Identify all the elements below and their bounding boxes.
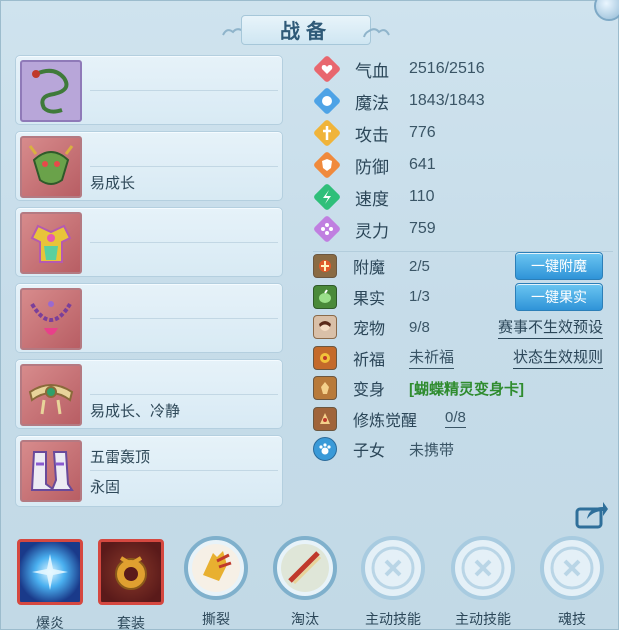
speed-icon bbox=[313, 183, 341, 211]
equipment-slot-5[interactable]: 易成长、冷静 bbox=[15, 359, 283, 429]
fruit-row: 果实 1/3 一键果实 bbox=[313, 282, 613, 313]
attack-icon bbox=[313, 119, 341, 147]
boots-icon[interactable] bbox=[20, 440, 82, 502]
page-title: 战备 bbox=[280, 18, 332, 43]
blessing-value-link[interactable]: 未祈福 bbox=[409, 346, 455, 370]
skill-slot-5[interactable]: 主动技能 bbox=[353, 535, 433, 629]
heart-icon bbox=[313, 55, 341, 83]
equipment-slot-6[interactable]: 五雷轰顶 永固 bbox=[15, 435, 283, 507]
equipment-slot-4[interactable] bbox=[15, 283, 283, 353]
stat-spirit: 灵力 759 bbox=[313, 213, 613, 245]
extra-info: 附魔 2/5 一键附魔 果实 1/3 一键果实 宠物 9/8 赛事不生效预设 祈… bbox=[313, 251, 613, 465]
child-value: 未携带 bbox=[409, 441, 455, 459]
soul-skill-icon[interactable] bbox=[539, 535, 605, 601]
equipment-trait: 易成长 bbox=[90, 175, 136, 192]
title-bar: 战备 bbox=[221, 11, 391, 47]
cultivation-row: 修炼觉醒 0/8 bbox=[313, 404, 613, 435]
cultivation-icon bbox=[313, 406, 337, 431]
one-click-enchant-button[interactable]: 一键附魔 bbox=[515, 252, 603, 281]
belt-icon[interactable] bbox=[20, 364, 82, 426]
equipment-trait: 易成长、冷静 bbox=[90, 403, 181, 420]
tear-icon[interactable] bbox=[183, 535, 249, 601]
transform-icon bbox=[313, 376, 337, 401]
skill-slot-4[interactable]: 淘汰 bbox=[265, 535, 345, 629]
skill-slot-1[interactable]: 爆炎 bbox=[10, 535, 90, 630]
cultivation-value-link[interactable]: 0/8 bbox=[445, 409, 466, 429]
child-row: 子女 未携带 bbox=[313, 434, 613, 465]
skill-slot-3[interactable]: 撕裂 bbox=[176, 535, 256, 629]
blessing-icon bbox=[313, 345, 337, 370]
status-rules-link[interactable]: 状态生效规则 bbox=[512, 346, 603, 370]
fruit-value: 1/3 bbox=[409, 288, 430, 306]
event-preset-link[interactable]: 赛事不生效预设 bbox=[497, 316, 603, 339]
stat-value: 2516/2516 bbox=[409, 60, 485, 77]
skill-bar: 爆炎 套装 撕裂 淘汰 主动技能 主动技能 魂技 bbox=[1, 535, 619, 630]
pet-row: 宠物 9/8 赛事不生效预设 bbox=[313, 312, 613, 343]
stat-defense: 防御 641 bbox=[313, 149, 613, 181]
stat-mp: 魔法 1843/1843 bbox=[313, 85, 613, 117]
skill-slot-6[interactable]: 主动技能 bbox=[443, 535, 523, 629]
necklace-icon[interactable] bbox=[20, 288, 82, 350]
stat-hp: 气血 2516/2516 bbox=[313, 53, 613, 85]
equipment-trait: 永固 bbox=[90, 479, 121, 496]
equipment-slot-1[interactable] bbox=[15, 55, 283, 125]
cloud-ornament-icon bbox=[363, 28, 390, 38]
armor-icon[interactable] bbox=[20, 212, 82, 274]
stat-attack: 攻击 776 bbox=[313, 117, 613, 149]
skill-slot-7[interactable]: 魂技 bbox=[532, 535, 612, 629]
blast-fire-icon[interactable] bbox=[17, 539, 83, 605]
close-button[interactable] bbox=[594, 0, 619, 21]
equipment-slot-3[interactable] bbox=[15, 207, 283, 277]
battle-prep-panel: 战备 易成长 易成长、冷静 五雷轰顶 永固 气血 2516/2516 魔法 18… bbox=[0, 0, 619, 630]
share-icon[interactable] bbox=[575, 499, 609, 529]
blessing-row: 祈福 未祈福 状态生效规则 bbox=[313, 343, 613, 374]
stat-value: 776 bbox=[409, 124, 436, 141]
equipment-slot-2[interactable]: 易成长 bbox=[15, 131, 283, 201]
defense-icon bbox=[313, 151, 341, 179]
equipment-list: 易成长 易成长、冷静 五雷轰顶 永固 bbox=[15, 55, 283, 513]
stat-value: 759 bbox=[409, 220, 436, 237]
active-skill-icon[interactable] bbox=[450, 535, 516, 601]
pet-value: 9/8 bbox=[409, 318, 430, 336]
whip-icon[interactable] bbox=[20, 60, 82, 122]
one-click-fruit-button[interactable]: 一键果实 bbox=[515, 282, 603, 311]
transform-row: 变身 [蝴蝶精灵变身卡] bbox=[313, 373, 613, 404]
stat-value: 1843/1843 bbox=[409, 92, 485, 109]
pet-avatar-icon bbox=[313, 315, 337, 340]
enchant-icon bbox=[313, 254, 337, 279]
stat-value: 641 bbox=[409, 156, 436, 173]
enchant-value: 2/5 bbox=[409, 257, 430, 275]
stat-speed: 速度 110 bbox=[313, 181, 613, 213]
magic-icon bbox=[313, 87, 341, 115]
equipment-effect: 五雷轰顶 bbox=[90, 449, 151, 466]
dragon-mask-icon[interactable] bbox=[20, 136, 82, 198]
enchant-row: 附魔 2/5 一键附魔 bbox=[313, 251, 613, 282]
eliminate-icon[interactable] bbox=[272, 535, 338, 601]
paw-icon bbox=[313, 437, 337, 462]
transform-card-value[interactable]: [蝴蝶精灵变身卡] bbox=[409, 378, 524, 399]
attribute-stats: 气血 2516/2516 魔法 1843/1843 攻击 776 防御 641 bbox=[313, 53, 613, 256]
spirit-icon bbox=[313, 215, 341, 243]
stat-value: 110 bbox=[409, 188, 435, 205]
active-skill-icon[interactable] bbox=[360, 535, 426, 601]
skill-slot-2[interactable]: 套装 bbox=[91, 535, 171, 630]
fruit-icon bbox=[313, 284, 337, 309]
set-icon[interactable] bbox=[98, 539, 164, 605]
